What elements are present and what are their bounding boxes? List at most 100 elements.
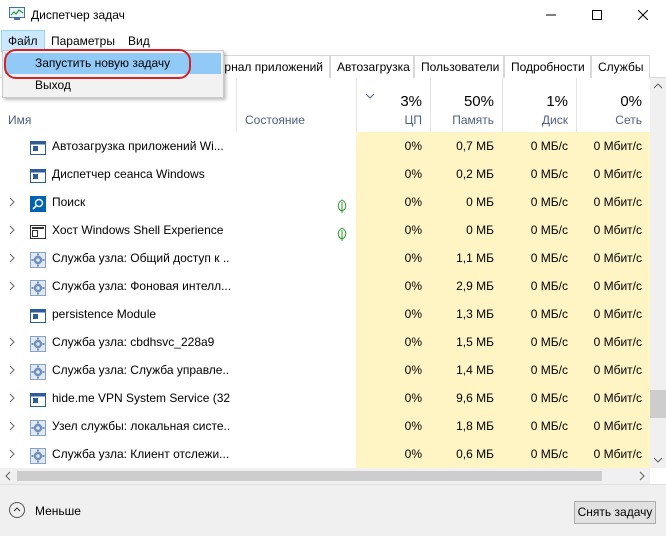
disk-cell: 0 МБ/с (502, 272, 576, 300)
vertical-scroll-thumb[interactable] (650, 390, 666, 418)
disk-cell: 0 МБ/с (502, 188, 576, 216)
expand-chevron-icon[interactable] (8, 216, 20, 244)
process-name: Автозагрузка приложений Wi... (52, 139, 224, 153)
horizontal-scroll-thumb[interactable] (17, 471, 602, 481)
gear-icon (30, 446, 46, 464)
memory-cell: 1,4 МБ (430, 356, 502, 384)
memory-cell: 0,6 МБ (430, 440, 502, 468)
scroll-left-icon (5, 471, 11, 481)
expand-chevron-icon[interactable] (8, 356, 20, 384)
column-header-state[interactable]: Состояние (236, 78, 356, 132)
cpu-cell: 0% (356, 160, 430, 188)
network-cell: 0 Мбит/с (576, 328, 650, 356)
expand-chevron-icon (8, 160, 20, 188)
cpu-cell: 0% (356, 244, 430, 272)
process-row[interactable]: Служба узла: cbdhsvc_228a9 0% 1,5 МБ 0 МБ/с… (0, 328, 650, 356)
highlight-annotation (4, 49, 191, 79)
column-header-cpu[interactable]: 3% ЦП (356, 78, 430, 132)
process-row[interactable]: Служба узла: Фоновая интелл... 0% 2,9 МБ 0 … (0, 272, 650, 300)
cpu-cell: 0% (356, 272, 430, 300)
process-row[interactable]: Служба узла: Клиент отслежи... 0% 0,6 МБ 0 … (0, 440, 650, 468)
network-cell: 0 Мбит/с (576, 188, 650, 216)
network-cell: 0 Мбит/с (576, 216, 650, 244)
column-state-label: Состояние (245, 113, 305, 127)
process-row[interactable]: hide.me VPN System Service (32... 0% 9,6 М… (0, 384, 650, 412)
less-details-label[interactable]: Меньше (35, 504, 81, 518)
memory-cell: 0 МБ (430, 216, 502, 244)
process-name: Узел службы: локальная систе... (52, 419, 230, 433)
tab-services[interactable]: Службы (591, 55, 650, 78)
window-icon (30, 166, 46, 183)
disk-cell: 0 МБ/с (502, 328, 576, 356)
expand-chevron-icon[interactable] (8, 188, 20, 216)
end-task-button[interactable]: Снять задачу (574, 501, 656, 524)
process-row[interactable]: Служба узла: Общий доступ к ... 0% 1,1 МБ 0… (0, 244, 650, 272)
chevron-up-icon (13, 507, 21, 512)
process-row[interactable]: persistence Module 0% 1,3 МБ 0 МБ/с 0 Мбит/с (0, 300, 650, 328)
cpu-cell: 0% (356, 132, 430, 160)
memory-cell: 0,7 МБ (430, 132, 502, 160)
window-icon (30, 138, 46, 155)
process-row[interactable]: Поиск 0% 0 МБ 0 МБ/с 0 Мбит/с (0, 188, 650, 216)
expand-chevron-icon[interactable] (8, 272, 20, 300)
process-row[interactable]: Служба узла: Служба управле... 0% 1,4 МБ 0 … (0, 356, 650, 384)
disk-cell: 0 МБ/с (502, 160, 576, 188)
process-row[interactable]: Автозагрузка приложений Wi... 0% 0,7 МБ 0 М… (0, 132, 650, 160)
shell-icon (30, 222, 46, 239)
window-icon (30, 306, 46, 323)
minimize-button[interactable] (528, 0, 574, 30)
close-button[interactable] (620, 0, 666, 30)
network-cell: 0 Мбит/с (576, 412, 650, 440)
gear-icon (30, 362, 46, 380)
expand-chevron-icon[interactable] (8, 440, 20, 468)
tab-startup[interactable]: Автозагрузка (330, 55, 414, 78)
disk-cell: 0 МБ/с (502, 300, 576, 328)
tab-app-history[interactable]: рнал приложений (210, 55, 330, 78)
expand-chevron-icon[interactable] (8, 412, 20, 440)
expand-chevron-icon[interactable] (8, 384, 20, 412)
tab-details[interactable]: Подробности (504, 55, 591, 78)
memory-cell: 1,5 МБ (430, 328, 502, 356)
memory-cell: 0 МБ (430, 188, 502, 216)
memory-total: 50% (463, 93, 494, 110)
network-cell: 0 Мбит/с (576, 300, 650, 328)
process-name: Служба узла: Фоновая интелл... (52, 279, 230, 293)
tab-users[interactable]: Пользователи (414, 55, 504, 78)
process-row[interactable]: Диспетчер сеанса Windows 0% 0,2 МБ 0 МБ/с 0 … (0, 160, 650, 188)
disk-cell: 0 МБ/с (502, 384, 576, 412)
expand-chevron-icon[interactable] (8, 328, 20, 356)
cpu-cell: 0% (356, 188, 430, 216)
minimize-icon (546, 14, 556, 16)
process-name: Поиск (52, 195, 86, 209)
disk-cell: 0 МБ/с (502, 132, 576, 160)
disk-cell: 0 МБ/с (502, 244, 576, 272)
process-row[interactable]: Узел службы: локальная систе... 0% 1,8 МБ 0… (0, 412, 650, 440)
disk-cell: 0 МБ/с (502, 440, 576, 468)
expand-chevron-icon (8, 300, 20, 328)
process-name: Служба узла: Служба управле... (52, 363, 230, 377)
window-title: Диспетчер задач (31, 8, 125, 22)
cpu-total: 3% (400, 93, 422, 110)
column-header-memory[interactable]: 50% Память (430, 78, 502, 132)
column-header-disk[interactable]: 1% Диск (502, 78, 576, 132)
chevron-down-icon (365, 93, 375, 99)
process-name: Диспетчер сеанса Windows (52, 167, 205, 181)
scroll-down-icon (653, 457, 663, 463)
network-cell: 0 Мбит/с (576, 356, 650, 384)
expand-chevron-icon[interactable] (8, 244, 20, 272)
process-list: Автозагрузка приложений Wi... 0% 0,7 МБ 0 М… (0, 132, 650, 468)
title-bar: Диспетчер задач (0, 0, 666, 30)
gear-icon (30, 418, 46, 436)
scroll-right-icon (639, 471, 645, 481)
network-cell: 0 Мбит/с (576, 160, 650, 188)
maximize-button[interactable] (574, 0, 620, 30)
cpu-cell: 0% (356, 412, 430, 440)
disk-cell: 0 МБ/с (502, 412, 576, 440)
process-row[interactable]: Хост Windows Shell Experience 0% 0 МБ 0 МБ/… (0, 216, 650, 244)
less-details-button[interactable] (9, 502, 25, 518)
column-header-network[interactable]: 0% Сеть (576, 78, 650, 132)
expand-chevron-icon (8, 132, 20, 160)
process-name: Служба узла: Клиент отслежи... (52, 447, 230, 461)
memory-label: Память (452, 113, 494, 127)
task-manager-icon (9, 7, 25, 20)
